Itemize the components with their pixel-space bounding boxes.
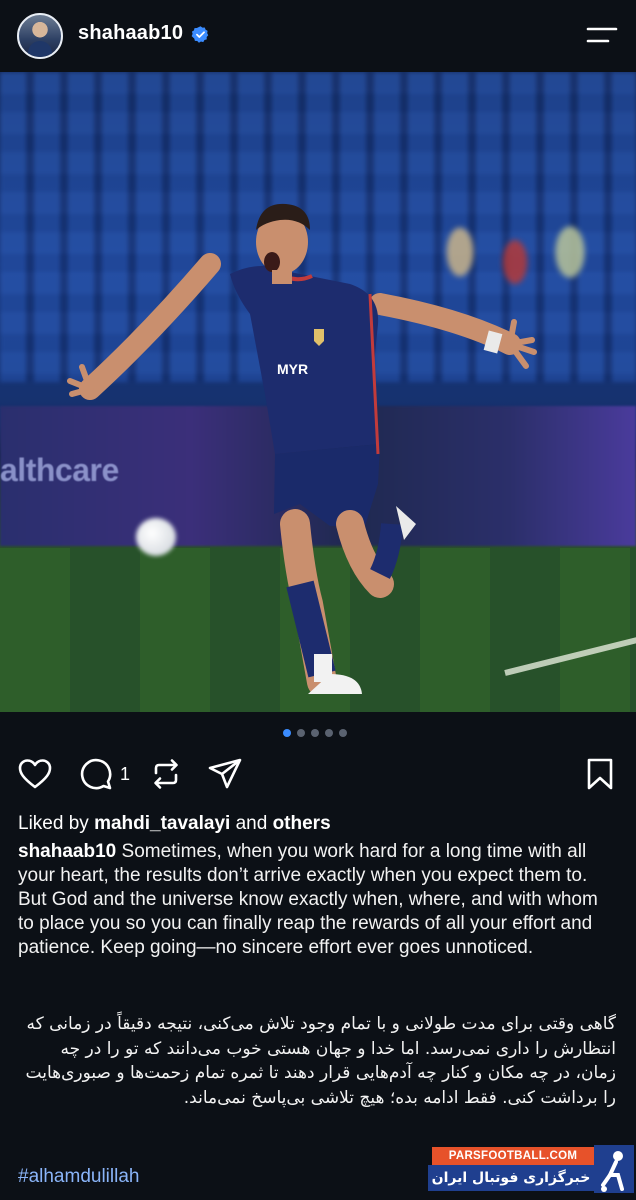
liked-by-user[interactable]: mahdi_tavalayi bbox=[94, 813, 230, 834]
carousel-dot bbox=[297, 729, 305, 737]
carousel-dot bbox=[311, 729, 319, 737]
jersey-text: MYR bbox=[277, 361, 308, 377]
comment-icon[interactable] bbox=[78, 756, 114, 792]
watermark-site: PARSFOOTBALL.COM bbox=[432, 1147, 594, 1165]
username[interactable]: shahaab10 bbox=[78, 22, 183, 45]
caption: shahaab10 Sometimes, when you work hard … bbox=[18, 840, 618, 960]
heart-icon[interactable] bbox=[17, 756, 53, 792]
parsfootball-watermark: PARSFOOTBALL.COM خبرگزاری فوتبال ایران bbox=[428, 1145, 634, 1195]
post-photo[interactable]: althcare MYR bbox=[0, 72, 636, 712]
post-header: shahaab10 bbox=[0, 0, 636, 72]
parsfootball-logo-icon bbox=[594, 1145, 634, 1193]
comment-count: 1 bbox=[120, 764, 131, 784]
watermark-tagline: خبرگزاری فوتبال ایران bbox=[428, 1165, 594, 1191]
bookmark-icon[interactable] bbox=[582, 756, 618, 792]
avatar[interactable] bbox=[17, 13, 63, 59]
menu-icon[interactable] bbox=[585, 22, 619, 48]
carousel-dot bbox=[325, 729, 333, 737]
caption-persian: گاهی وقتی برای مدت طولانی و با تمام وجود… bbox=[25, 1014, 616, 1108]
carousel-dot-active bbox=[283, 729, 291, 737]
likes-others-link[interactable]: others bbox=[273, 813, 331, 834]
verified-badge-icon bbox=[191, 26, 209, 43]
celebrating-player: MYR bbox=[67, 203, 537, 694]
hashtag-link[interactable]: #alhamdulillah bbox=[18, 1166, 139, 1188]
carousel-dot bbox=[339, 729, 347, 737]
carousel-indicator bbox=[283, 729, 347, 737]
likes-prefix: Liked by bbox=[18, 813, 89, 834]
send-icon[interactable] bbox=[207, 756, 243, 792]
repost-icon[interactable] bbox=[148, 756, 184, 792]
likes-middle: and bbox=[235, 813, 268, 834]
likes-line: Liked by mahdi_tavalayi and others bbox=[18, 813, 331, 835]
caption-username[interactable]: shahaab10 bbox=[18, 841, 116, 862]
